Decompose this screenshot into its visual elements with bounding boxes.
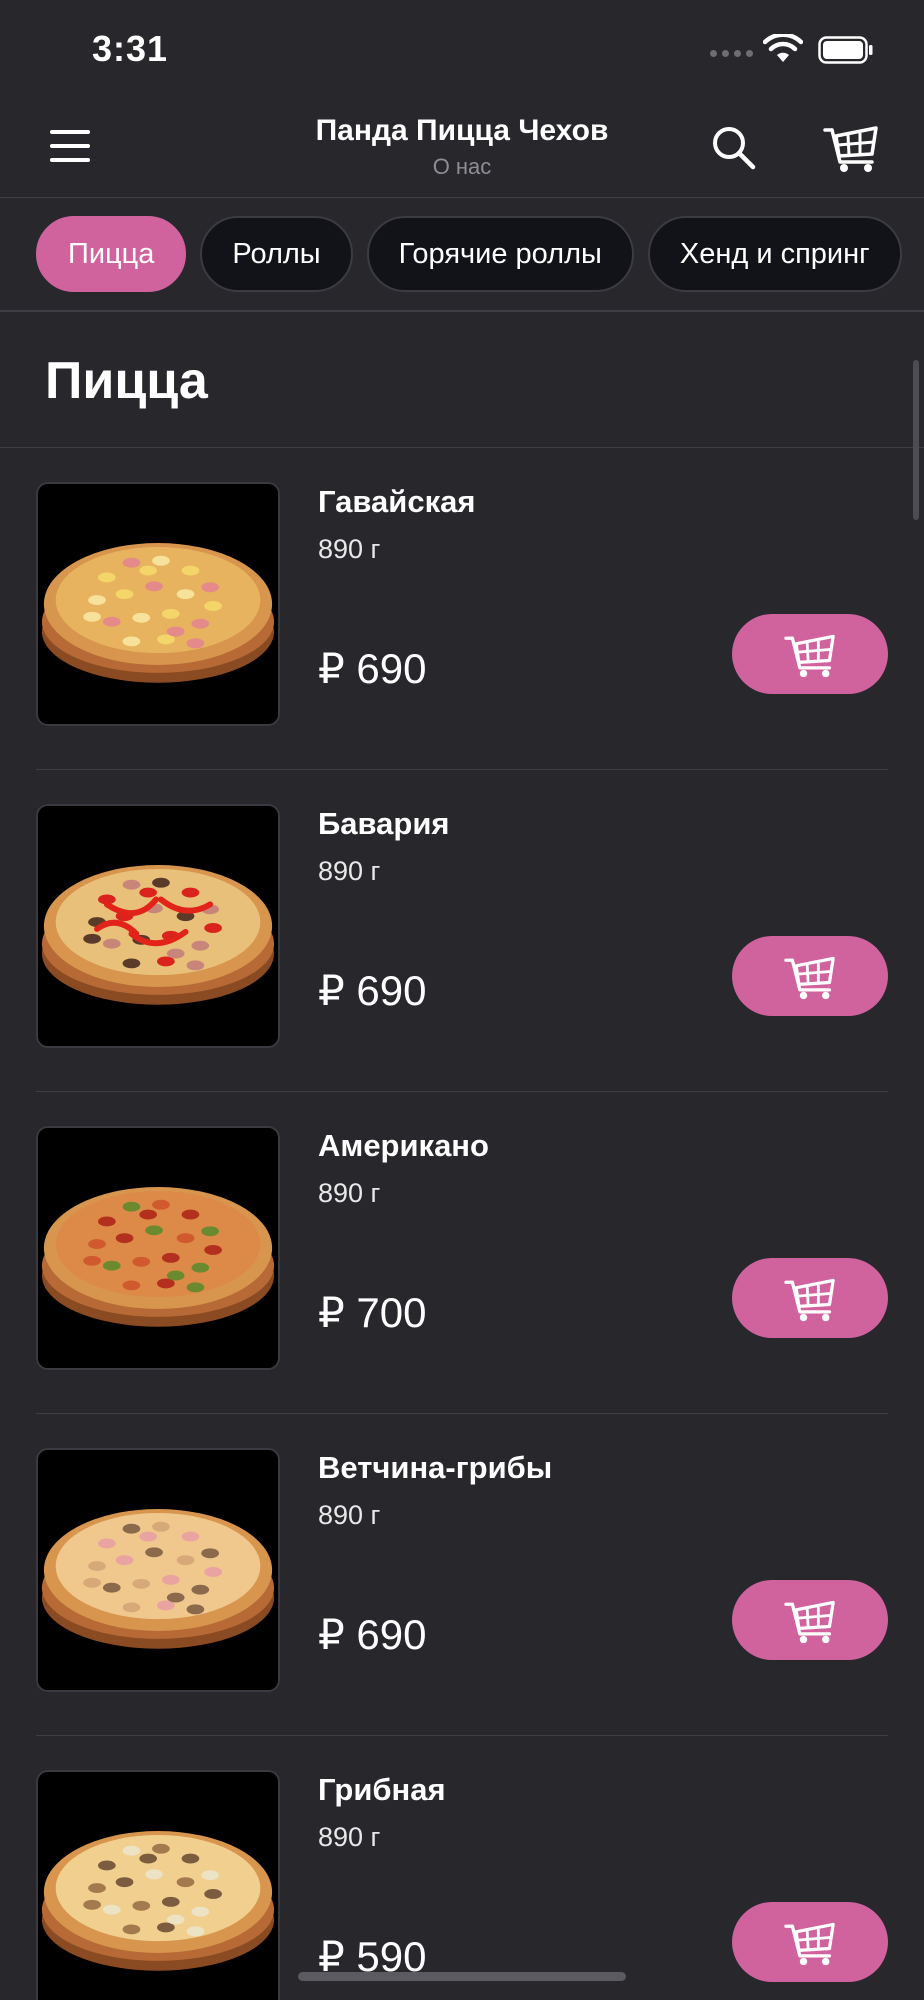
product-image[interactable] xyxy=(36,1448,280,1692)
product-item[interactable]: Бавария 890 г ₽ 690 xyxy=(36,770,888,1092)
cart-icon xyxy=(782,1273,838,1323)
about-link[interactable]: О нас xyxy=(0,154,924,180)
product-weight: 890 г xyxy=(318,856,381,886)
status-bar: 3:31 xyxy=(0,0,924,100)
add-to-cart-button[interactable] xyxy=(732,1580,888,1660)
product-image[interactable] xyxy=(36,804,280,1048)
header-title-block: Панда Пицца Чехов О нас xyxy=(0,114,924,180)
product-price: ₽ 690 xyxy=(318,967,427,1014)
add-to-cart-button[interactable] xyxy=(732,1902,888,1982)
product-weight: 890 г xyxy=(318,534,381,564)
product-item[interactable]: Американо 890 г ₽ 700 xyxy=(36,1092,888,1414)
section-title: Пицца xyxy=(45,352,208,410)
product-weight: 890 г xyxy=(318,1500,381,1530)
add-to-cart-button[interactable] xyxy=(732,614,888,694)
category-tab[interactable]: Хенд и спринг xyxy=(647,216,902,292)
product-image[interactable] xyxy=(36,1126,280,1370)
add-to-cart-button[interactable] xyxy=(732,936,888,1016)
product-weight: 890 г xyxy=(318,1178,381,1208)
product-name: Бавария xyxy=(318,806,450,841)
product-name: Гавайская xyxy=(318,484,476,519)
cart-icon xyxy=(782,951,838,1001)
search-button[interactable] xyxy=(708,122,758,172)
category-tab[interactable]: Роллы xyxy=(200,216,353,292)
product-price: ₽ 700 xyxy=(318,1289,427,1336)
cart-icon xyxy=(782,1917,838,1967)
scrollbar[interactable] xyxy=(913,360,919,520)
product-image[interactable] xyxy=(36,482,280,726)
page-title: Панда Пицца Чехов xyxy=(315,114,609,147)
search-icon xyxy=(713,127,756,170)
signal-icon xyxy=(710,50,753,57)
product-item[interactable]: Гавайская 890 г ₽ 690 xyxy=(36,448,888,770)
cart-icon xyxy=(782,629,838,679)
product-name: Американо xyxy=(318,1128,489,1163)
product-price: ₽ 690 xyxy=(318,645,427,692)
product-name: Ветчина-грибы xyxy=(318,1450,553,1485)
cart-icon xyxy=(782,1595,838,1645)
status-time: 3:31 xyxy=(92,28,169,69)
category-tab[interactable]: Пицца xyxy=(36,216,187,292)
add-to-cart-button[interactable] xyxy=(732,1258,888,1338)
product-name: Грибная xyxy=(318,1772,446,1807)
battery-icon xyxy=(818,36,873,64)
cart-icon xyxy=(823,126,878,172)
product-price: ₽ 690 xyxy=(318,1611,427,1658)
product-item[interactable]: Грибная 890 г ₽ 590 xyxy=(36,1736,888,2000)
wifi-icon xyxy=(763,34,803,62)
product-weight: 890 г xyxy=(318,1822,381,1852)
category-tab[interactable]: Горячие роллы xyxy=(366,216,634,292)
product-item[interactable]: Ветчина-грибы 890 г ₽ 690 xyxy=(36,1414,888,1736)
category-tabs: Пицца Роллы Горячие роллы Хенд и спринг xyxy=(0,198,924,312)
cart-button[interactable] xyxy=(822,120,880,174)
product-image[interactable] xyxy=(36,1770,280,2000)
section-header: Пицца xyxy=(0,314,924,448)
home-indicator[interactable] xyxy=(298,1972,626,1981)
app-header: Панда Пицца Чехов О нас xyxy=(0,100,924,198)
